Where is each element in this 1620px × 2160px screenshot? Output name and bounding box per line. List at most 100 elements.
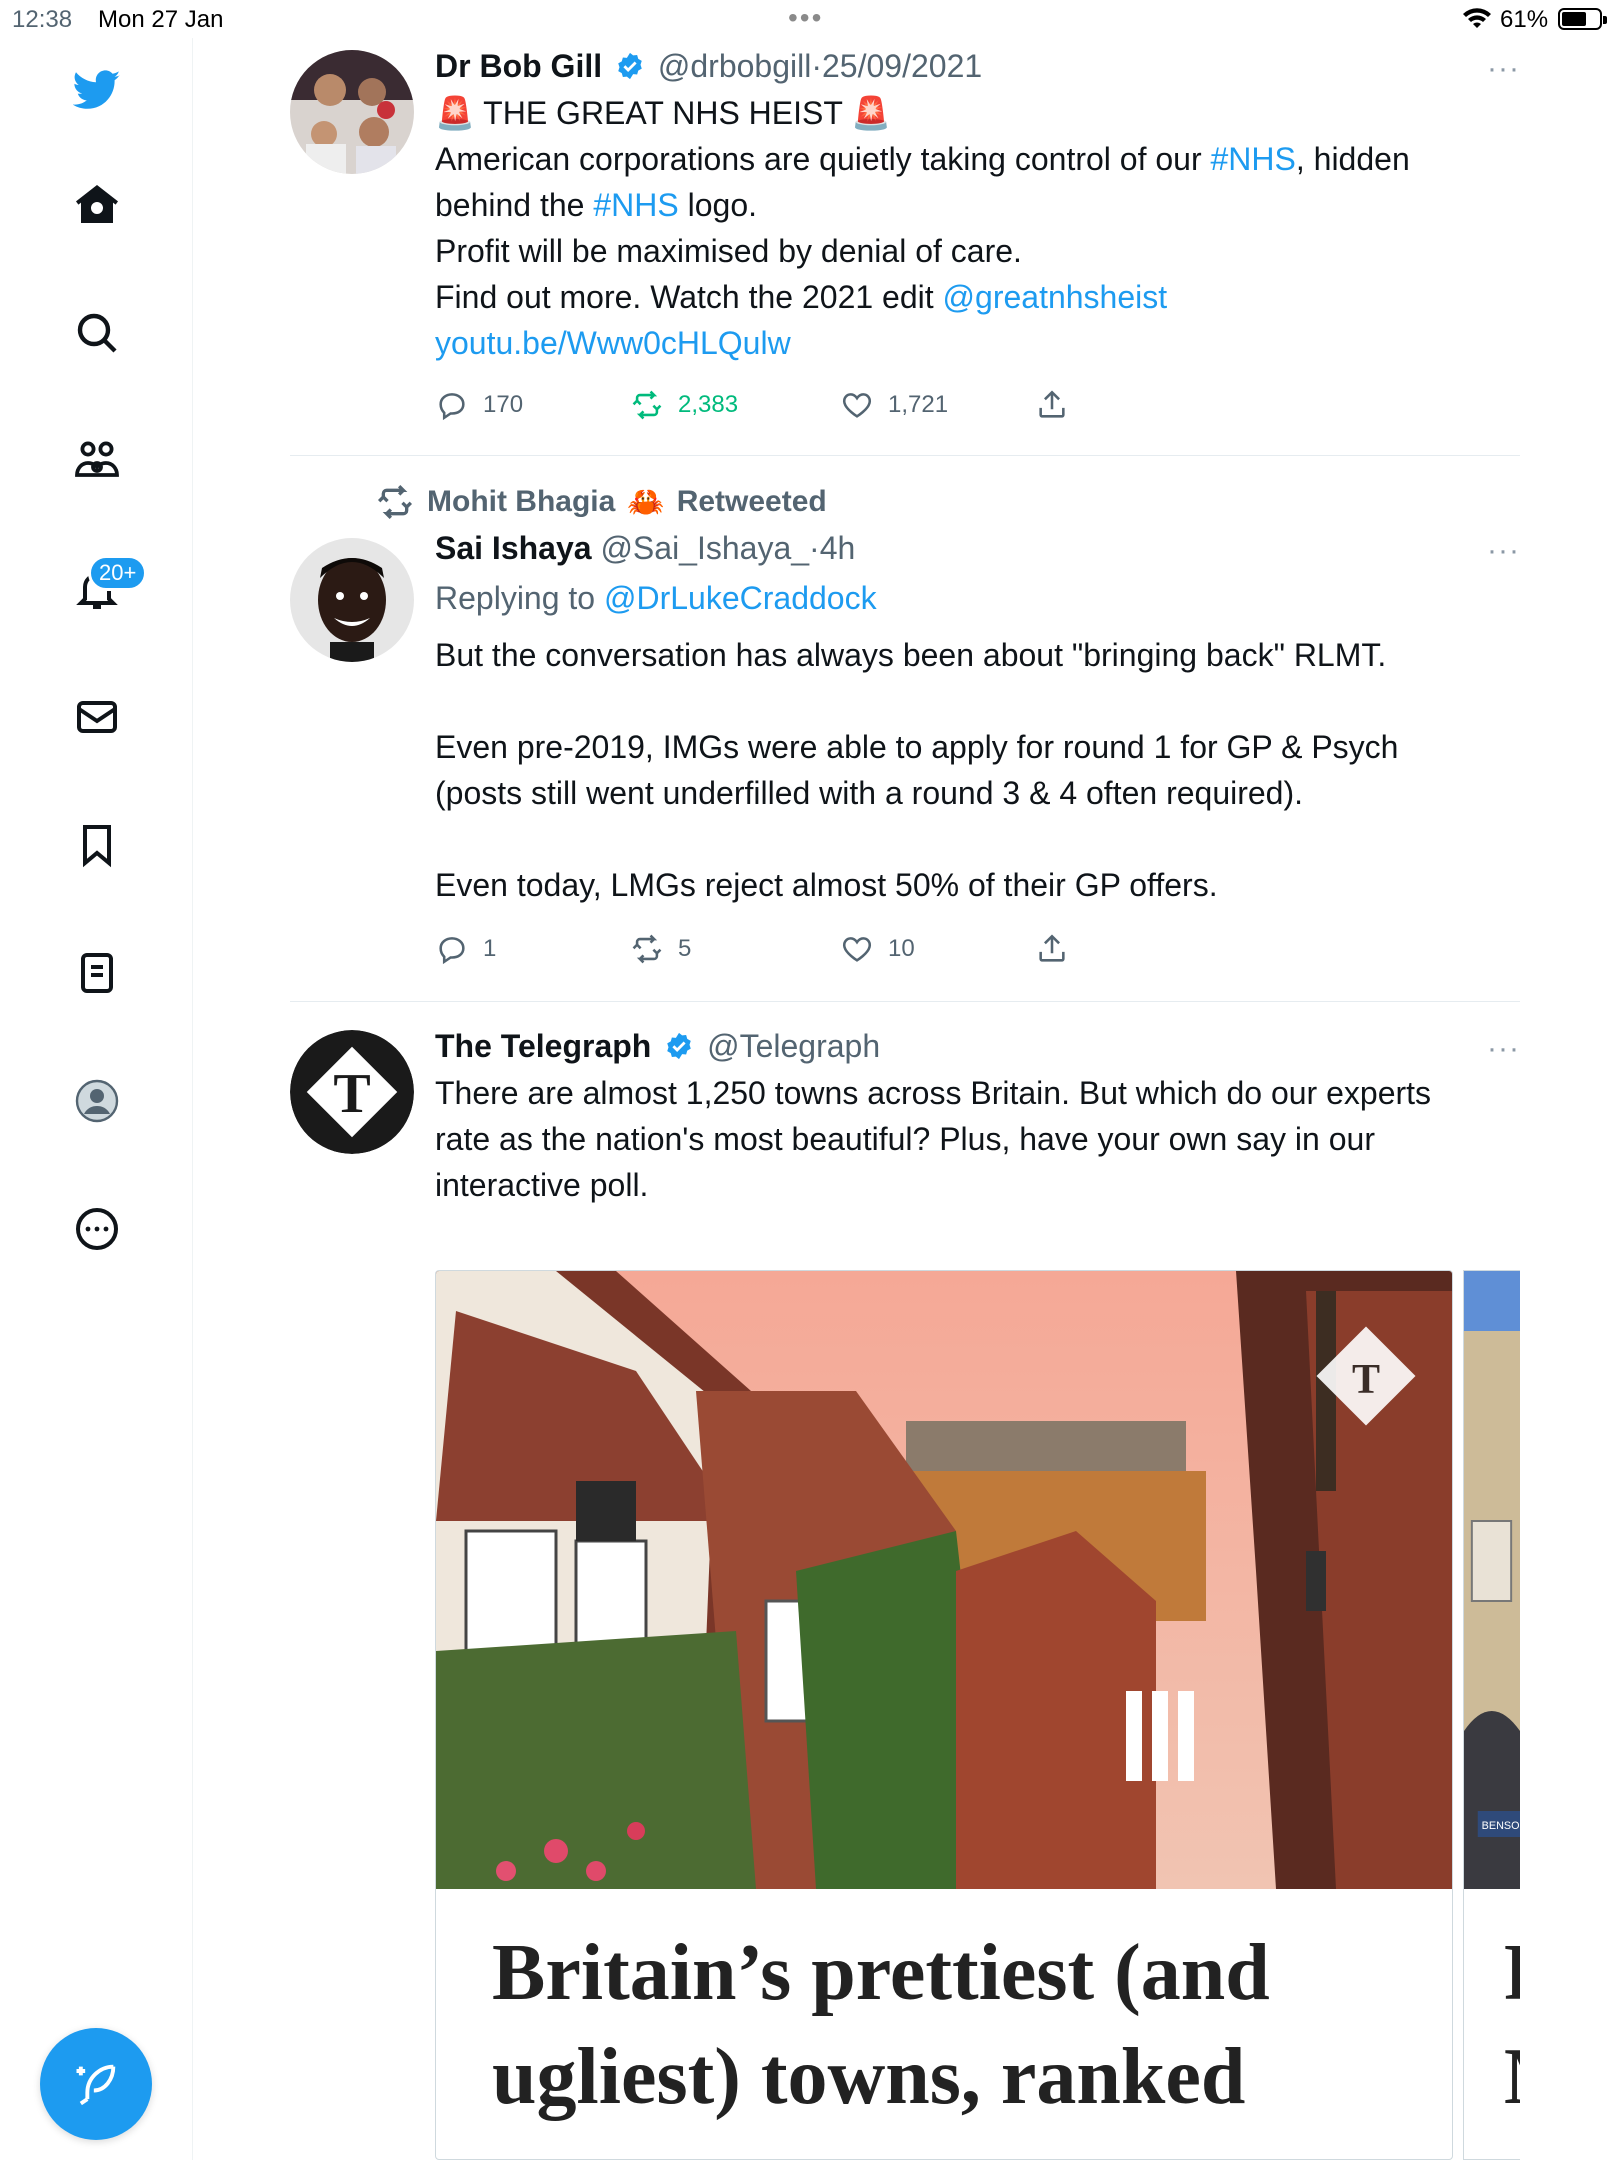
hashtag-nhs[interactable]: #NHS bbox=[1211, 141, 1296, 177]
verified-badge-icon bbox=[618, 52, 642, 80]
author-name[interactable]: Sai Ishaya bbox=[435, 530, 592, 566]
compose-icon bbox=[76, 2064, 116, 2106]
verified-badge-icon bbox=[667, 1032, 691, 1060]
card-image[interactable]: T bbox=[436, 1271, 1453, 1889]
heart-icon bbox=[842, 393, 872, 418]
tweet-line: behind the #NHS logo. bbox=[435, 182, 1485, 228]
tweet-text: Find out more. Watch the 2021 edit bbox=[435, 279, 943, 315]
reply-icon bbox=[439, 393, 465, 421]
card-title-line: Britain’s prettiest (and bbox=[492, 1929, 1270, 2017]
more-options-icon[interactable]: ··· bbox=[1487, 52, 1520, 86]
profile-icon[interactable] bbox=[62, 1066, 132, 1136]
tweet-actions: 170 2,383 1,721 bbox=[435, 388, 1135, 428]
card-title-line: ugliest) towns, ranked bbox=[492, 2033, 1246, 2121]
tweet-divider bbox=[290, 1001, 1520, 1002]
battery-percent: 61% bbox=[1500, 6, 1549, 33]
tweet-text: American corporations are quietly taking… bbox=[435, 141, 1211, 177]
card-title-line: M bbox=[1504, 2025, 1520, 2129]
retweet-icon bbox=[632, 390, 662, 420]
share-button[interactable] bbox=[1035, 932, 1069, 966]
reply-count: 170 bbox=[483, 391, 524, 418]
more-options-icon[interactable]: ··· bbox=[1487, 534, 1520, 568]
lists-icon[interactable] bbox=[62, 938, 132, 1008]
tweet-text: There are almost 1,250 towns across Brit… bbox=[435, 1075, 1432, 1111]
tweet-line: Find out more. Watch the 2021 edit @grea… bbox=[435, 274, 1485, 320]
more-icon[interactable] bbox=[62, 1194, 132, 1264]
youtube-link[interactable]: youtu.be/Www0cHLQulw bbox=[435, 320, 1485, 366]
messages-icon[interactable] bbox=[62, 682, 132, 752]
hashtag-nhs[interactable]: #NHS bbox=[593, 187, 678, 223]
retweeter-name[interactable]: Mohit Bhagia bbox=[427, 485, 615, 519]
retweet-icon bbox=[377, 484, 413, 520]
author-handle[interactable]: @drbobgill bbox=[658, 48, 811, 84]
tweet-line: American corporations are quietly taking… bbox=[435, 136, 1485, 182]
tweet-text: rate as the nation's most beautiful? Plu… bbox=[435, 1121, 1375, 1157]
card2-sign-text: BENSONS bbox=[1482, 1820, 1520, 1832]
crab-emoji-icon: 🦀 bbox=[627, 485, 665, 519]
home-icon[interactable] bbox=[62, 170, 132, 240]
like-button[interactable]: 1,721 bbox=[840, 388, 948, 422]
reply-button[interactable]: 1 bbox=[435, 932, 496, 966]
siren-emoji-icon: 🚨 bbox=[435, 95, 475, 131]
tweet-text: Even pre-2019, IMGs were able to apply f… bbox=[435, 729, 1399, 765]
siren-emoji-icon: 🚨 bbox=[851, 95, 892, 131]
tweet-text: , hidden bbox=[1295, 141, 1410, 177]
author-handle[interactable]: @Sai_Ishaya_ bbox=[600, 530, 809, 566]
multitasking-dots-icon[interactable]: ••• bbox=[788, 2, 823, 34]
avatar-sai-ishaya[interactable] bbox=[290, 538, 414, 662]
link-card-next[interactable]: BENSONS F M bbox=[1463, 1270, 1520, 2160]
bookmarks-icon[interactable] bbox=[62, 810, 132, 880]
tweet-text: logo. bbox=[678, 187, 757, 223]
card-image-next[interactable]: BENSONS bbox=[1464, 1271, 1520, 1889]
tweet-text: Even today, LMGs reject almost 50% of th… bbox=[435, 867, 1218, 903]
share-icon bbox=[1039, 934, 1065, 962]
share-icon bbox=[1039, 390, 1065, 418]
search-icon[interactable] bbox=[62, 298, 132, 368]
like-count: 10 bbox=[888, 935, 915, 962]
separator-dot: · bbox=[809, 530, 820, 566]
status-date: Mon 27 Jan bbox=[98, 6, 224, 33]
compose-button[interactable] bbox=[40, 2028, 152, 2140]
share-button[interactable] bbox=[1035, 388, 1069, 422]
retweet-button[interactable]: 2,383 bbox=[630, 388, 738, 422]
sidebar: 20+ bbox=[0, 38, 193, 2160]
tweet-text: behind the bbox=[435, 187, 594, 223]
mention-link[interactable]: @greatnhsheist bbox=[943, 279, 1168, 315]
tweet-time[interactable]: 4h bbox=[820, 530, 856, 566]
reply-button[interactable]: 170 bbox=[435, 388, 523, 422]
battery-icon bbox=[1558, 8, 1607, 30]
link-card[interactable]: T Britain’s prettiest (and ugliest) town… bbox=[435, 1270, 1453, 2160]
retweeted-label: Retweeted bbox=[676, 485, 827, 518]
communities-icon[interactable] bbox=[62, 426, 132, 496]
like-button[interactable]: 10 bbox=[840, 932, 915, 966]
tweet-headline: THE GREAT NHS HEIST bbox=[483, 95, 843, 131]
retweet-count: 2,383 bbox=[678, 391, 739, 418]
avatar-drbobgill[interactable] bbox=[290, 50, 414, 174]
tweet-text: But the conversation has always been abo… bbox=[435, 637, 1387, 673]
avatar-telegraph[interactable]: T bbox=[290, 1030, 414, 1154]
heart-icon bbox=[842, 937, 872, 962]
tweet-text: interactive poll. bbox=[435, 1167, 649, 1203]
svg-text:T: T bbox=[333, 1063, 370, 1125]
tweet-line: 🚨 THE GREAT NHS HEIST 🚨 bbox=[435, 90, 1485, 136]
tweet-telegraph[interactable]: T The Telegraph @Telegraph There are alm… bbox=[290, 1018, 1520, 2160]
card-title[interactable]: Britain’s prettiest (and ugliest) towns,… bbox=[492, 1921, 1270, 2129]
status-time: 12:38 bbox=[12, 6, 73, 33]
card-title-next[interactable]: F M bbox=[1504, 1921, 1520, 2129]
replying-label: Replying to bbox=[435, 580, 604, 616]
author-name[interactable]: The Telegraph bbox=[435, 1028, 651, 1064]
status-bar: 12:38 Mon 27 Jan ••• 61% bbox=[0, 0, 1620, 38]
notifications-badge: 20+ bbox=[88, 555, 148, 591]
tweet-text: (posts still went underfilled with a rou… bbox=[435, 775, 1304, 811]
retweeted-by-line[interactable]: Mohit Bhagia 🦀 Retweeted bbox=[375, 482, 827, 522]
retweet-icon bbox=[632, 934, 662, 964]
twitter-logo-icon[interactable] bbox=[62, 55, 132, 125]
retweet-button[interactable]: 5 bbox=[630, 932, 691, 966]
author-handle[interactable]: @Telegraph bbox=[707, 1028, 880, 1064]
reply-count: 1 bbox=[483, 935, 497, 962]
author-name[interactable]: Dr Bob Gill bbox=[435, 48, 602, 84]
wifi-icon bbox=[1463, 8, 1491, 28]
replying-to-mention[interactable]: @DrLukeCraddock bbox=[604, 580, 877, 616]
more-options-icon[interactable]: ··· bbox=[1487, 1032, 1520, 1066]
tweet-date[interactable]: 25/09/2021 bbox=[822, 48, 982, 84]
